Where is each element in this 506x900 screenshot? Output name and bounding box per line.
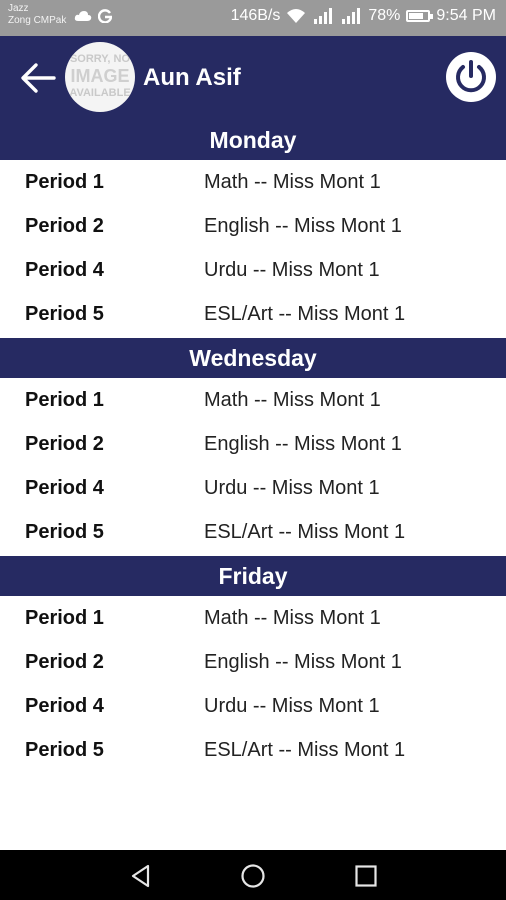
list-item[interactable]: Period 5 ESL/Art -- Miss Mont 1 [0, 292, 506, 336]
list-item[interactable]: Period 1 Math -- Miss Mont 1 [0, 378, 506, 422]
app-bar: SORRY, NO IMAGE AVAILABLE Aun Asif [0, 36, 506, 120]
avatar-placeholder-text-2: IMAGE [70, 66, 130, 86]
back-arrow-icon [21, 63, 56, 93]
avatar-placeholder-text-3: AVAILABLE [69, 87, 131, 99]
avatar-placeholder-text-1: SORRY, NO [69, 53, 131, 65]
nav-home-button[interactable] [240, 863, 266, 889]
clock: 9:54 PM [436, 7, 496, 24]
day-header-friday: Friday [0, 556, 506, 596]
user-name: Aun Asif [143, 64, 241, 91]
signal-icon-2 [342, 8, 361, 24]
avatar[interactable]: SORRY, NO IMAGE AVAILABLE [65, 42, 135, 112]
carrier-info: Jazz Zong CMPak [8, 3, 66, 27]
battery-fill [409, 13, 424, 19]
period-label: Period 2 [25, 651, 104, 673]
day-header-wednesday: Wednesday [0, 338, 506, 378]
period-label: Period 4 [25, 477, 104, 499]
list-item[interactable]: Period 4 Urdu -- Miss Mont 1 [0, 248, 506, 292]
nav-recents-button[interactable] [353, 863, 379, 889]
nav-home-circle-icon [241, 864, 265, 888]
signal-icon-1 [314, 8, 333, 24]
system-nav-bar [0, 850, 506, 900]
nav-back-button[interactable] [128, 863, 154, 889]
list-item[interactable]: Period 5 ESL/Art -- Miss Mont 1 [0, 510, 506, 554]
period-label: Period 4 [25, 259, 104, 281]
subject-label: Urdu -- Miss Mont 1 [204, 259, 380, 281]
logout-button[interactable] [446, 52, 496, 102]
carrier-1: Jazz [8, 3, 29, 14]
subject-label: Urdu -- Miss Mont 1 [204, 695, 380, 717]
g-logo-icon [98, 9, 112, 23]
battery-icon [406, 10, 434, 22]
list-item[interactable]: Period 1 Math -- Miss Mont 1 [0, 160, 506, 204]
period-label: Period 5 [25, 303, 104, 325]
subject-label: Math -- Miss Mont 1 [204, 171, 381, 193]
period-label: Period 1 [25, 389, 104, 411]
wifi-icon [287, 9, 306, 23]
back-button[interactable] [18, 58, 58, 98]
notification-icons [74, 9, 112, 23]
subject-label: Math -- Miss Mont 1 [204, 389, 381, 411]
subject-label: English -- Miss Mont 1 [204, 651, 402, 673]
period-label: Period 1 [25, 607, 104, 629]
subject-label: ESL/Art -- Miss Mont 1 [204, 739, 406, 761]
subject-label: English -- Miss Mont 1 [204, 433, 402, 455]
nav-back-triangle-icon [131, 864, 150, 888]
list-item[interactable]: Period 2 English -- Miss Mont 1 [0, 204, 506, 248]
nav-recents-square-icon [355, 865, 377, 887]
subject-label: Math -- Miss Mont 1 [204, 607, 381, 629]
list-item[interactable]: Period 2 English -- Miss Mont 1 [0, 640, 506, 684]
list-item[interactable]: Period 1 Math -- Miss Mont 1 [0, 596, 506, 640]
list-item[interactable]: Period 4 Urdu -- Miss Mont 1 [0, 466, 506, 510]
cloud-icon [74, 11, 92, 21]
carrier-2: Zong CMPak [8, 15, 67, 26]
status-right: 146B/s 78% 9:54 PM [231, 7, 496, 25]
period-label: Period 2 [25, 433, 104, 455]
period-label: Period 5 [25, 739, 104, 761]
subject-label: ESL/Art -- Miss Mont 1 [204, 521, 406, 543]
subject-label: Urdu -- Miss Mont 1 [204, 477, 380, 499]
period-label: Period 1 [25, 171, 104, 193]
status-bar: Jazz Zong CMPak 146B/s 78% 9:54 PM [0, 0, 506, 36]
period-label: Period 2 [25, 215, 104, 237]
period-label: Period 4 [25, 695, 104, 717]
subject-label: English -- Miss Mont 1 [204, 215, 402, 237]
day-header-monday: Monday [0, 120, 506, 160]
period-label: Period 5 [25, 521, 104, 543]
battery-percent: 78% [368, 7, 401, 24]
subject-label: ESL/Art -- Miss Mont 1 [204, 303, 406, 325]
network-speed: 146B/s [230, 7, 281, 24]
list-item[interactable]: Period 4 Urdu -- Miss Mont 1 [0, 684, 506, 728]
list-item[interactable]: Period 5 ESL/Art -- Miss Mont 1 [0, 728, 506, 772]
list-item[interactable]: Period 2 English -- Miss Mont 1 [0, 422, 506, 466]
power-icon [456, 60, 486, 93]
